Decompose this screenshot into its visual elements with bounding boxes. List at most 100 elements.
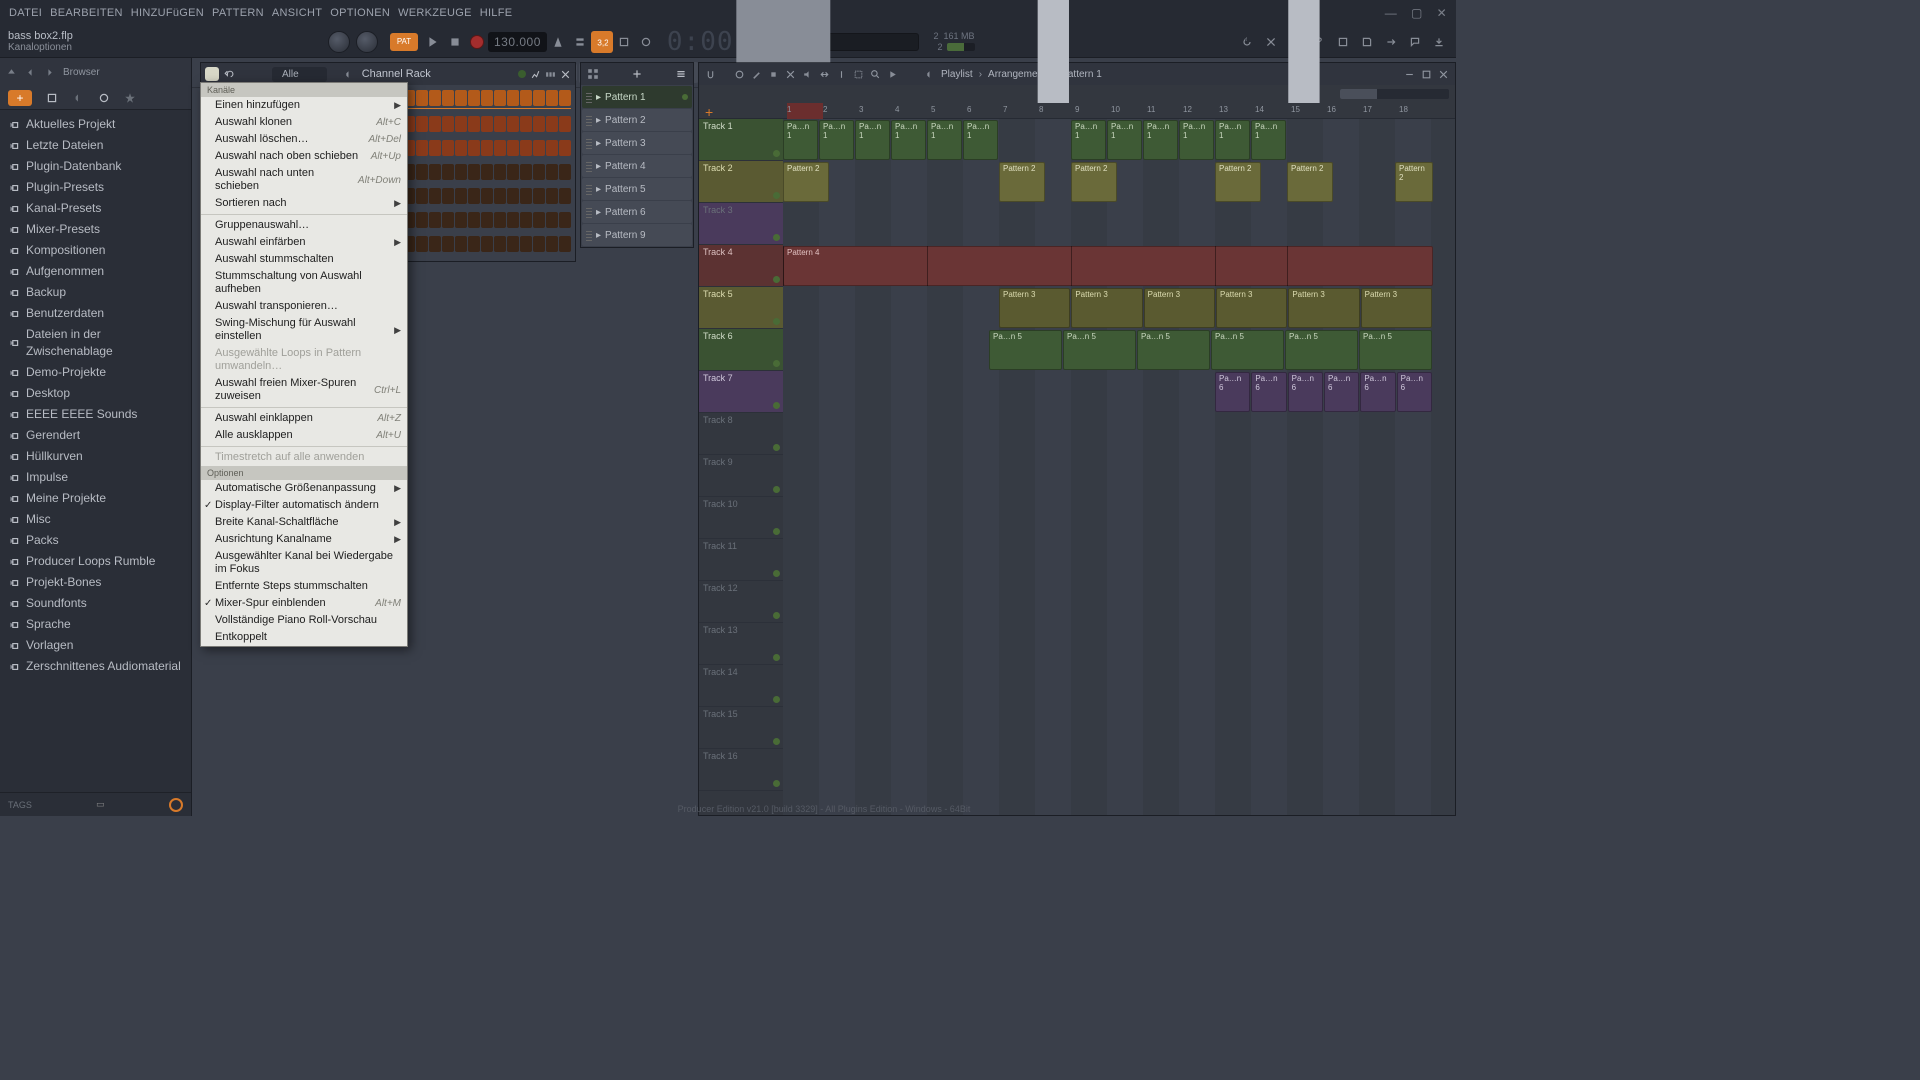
playlist-clip[interactable]: Pattern 2 — [999, 162, 1045, 202]
browser-item[interactable]: Sprache — [0, 614, 191, 635]
step-button[interactable] — [520, 90, 532, 106]
step-button[interactable] — [520, 212, 532, 228]
tempo-display[interactable]: 130.000 — [488, 32, 547, 52]
step-button[interactable] — [481, 164, 493, 180]
menu-item[interactable]: Automatische Größenanpassung▶ — [201, 480, 407, 497]
track-header[interactable]: Track 11 — [699, 539, 783, 581]
back-icon[interactable] — [25, 67, 36, 78]
menu-item[interactable]: Entfernte Steps stummschalten — [201, 578, 407, 595]
track-header[interactable]: Track 2 — [699, 161, 783, 203]
step-button[interactable] — [442, 188, 454, 204]
step-button[interactable] — [455, 116, 467, 132]
step-button[interactable] — [494, 140, 506, 156]
menu-item[interactable]: Vollständige Piano Roll-Vorschau — [201, 612, 407, 629]
add-tab-button[interactable]: + — [8, 90, 32, 106]
step-button[interactable] — [416, 212, 428, 228]
step-button[interactable] — [533, 212, 545, 228]
star-icon[interactable] — [124, 92, 136, 104]
countdown-button[interactable]: 3,2 — [591, 31, 613, 53]
browser-item[interactable]: Kanal-Presets — [0, 198, 191, 219]
playlist-clip[interactable]: Pa…n 6 — [1288, 372, 1323, 412]
maximize-icon[interactable]: ▢ — [1408, 4, 1426, 22]
collapse-icon[interactable] — [6, 67, 17, 78]
track-header[interactable]: Track 7 — [699, 371, 783, 413]
step-button[interactable] — [507, 140, 519, 156]
step-button[interactable] — [507, 116, 519, 132]
menu-item[interactable]: Alle ausklappenAlt+U — [201, 427, 407, 444]
step-button[interactable] — [455, 164, 467, 180]
browser-item[interactable]: Projekt-Bones — [0, 572, 191, 593]
step-button[interactable] — [559, 90, 571, 106]
fwd-icon[interactable] — [44, 67, 55, 78]
step-button[interactable] — [455, 236, 467, 252]
wait-input-button[interactable] — [569, 31, 591, 53]
browser-item[interactable]: Vorlagen — [0, 635, 191, 656]
step-button[interactable] — [533, 140, 545, 156]
menu-item[interactable]: Auswahl freien Mixer-Spuren zuweisenCtrl… — [201, 375, 407, 405]
library-icon[interactable] — [46, 92, 58, 104]
playlist-clip[interactable]: Pa…n 6 — [1397, 372, 1432, 412]
step-button[interactable] — [559, 188, 571, 204]
track-header[interactable]: Track 6 — [699, 329, 783, 371]
step-button[interactable] — [455, 188, 467, 204]
step-button[interactable] — [455, 212, 467, 228]
channel-filter-dropdown[interactable]: Alle — [272, 67, 327, 82]
pattern-item[interactable]: ▸Pattern 1 — [582, 86, 692, 108]
main-volume-knob[interactable] — [328, 31, 350, 53]
play-button[interactable] — [422, 31, 444, 53]
browser-item[interactable]: Aufgenommen — [0, 261, 191, 282]
step-button[interactable] — [442, 236, 454, 252]
browser-item[interactable]: Misc — [0, 509, 191, 530]
playlist-ruler[interactable]: + 123456789101112131415161718 — [699, 103, 1455, 119]
search-icon[interactable] — [169, 798, 183, 812]
playlist-clip[interactable]: Pa…n 5 — [1063, 330, 1136, 370]
track-header[interactable]: Track 12 — [699, 581, 783, 623]
step-button[interactable] — [429, 116, 441, 132]
playlist-clip[interactable]: Pa…n 5 — [1211, 330, 1284, 370]
playlist-clip[interactable]: Pa…n 6 — [1324, 372, 1359, 412]
step-button[interactable] — [546, 90, 558, 106]
sound-icon[interactable] — [72, 92, 84, 104]
step-button[interactable] — [494, 90, 506, 106]
menu-item[interactable]: Breite Kanal-Schaltfläche▶ — [201, 514, 407, 531]
browser-item[interactable]: Letzte Dateien — [0, 135, 191, 156]
pl-max-icon[interactable] — [1421, 69, 1432, 80]
step-button[interactable] — [468, 164, 480, 180]
step-button[interactable] — [507, 164, 519, 180]
browser-item[interactable]: Kompositionen — [0, 240, 191, 261]
menu-item[interactable]: Auswahl nach oben schiebenAlt+Up — [201, 148, 407, 165]
playlist-clip[interactable]: Pa…n 1 — [1215, 120, 1250, 160]
track-header[interactable]: Track 1 — [699, 119, 783, 161]
close-icon[interactable]: ✕ — [1434, 4, 1450, 22]
step-button[interactable] — [559, 236, 571, 252]
playlist-clip[interactable]: Pa…n 1 — [1251, 120, 1286, 160]
menu-item[interactable]: Ausrichtung Kanalname▶ — [201, 531, 407, 548]
menu-item[interactable]: Entkoppelt — [201, 629, 407, 646]
step-button[interactable] — [520, 236, 532, 252]
menu-item[interactable]: Stummschaltung von Auswahl aufheben — [201, 268, 407, 298]
step-button[interactable] — [429, 236, 441, 252]
step-button[interactable] — [455, 90, 467, 106]
main-pitch-knob[interactable] — [356, 31, 378, 53]
playlist-clip[interactable]: Pa…n 1 — [1071, 120, 1106, 160]
minimap[interactable] — [1340, 89, 1449, 99]
step-button[interactable] — [507, 90, 519, 106]
step-button[interactable] — [546, 116, 558, 132]
step-button[interactable] — [468, 188, 480, 204]
playlist-clip[interactable]: Pa…n 1 — [927, 120, 962, 160]
render-button[interactable] — [1380, 31, 1402, 53]
step-button[interactable] — [442, 140, 454, 156]
feedback-button[interactable] — [1404, 31, 1426, 53]
step-button[interactable] — [494, 116, 506, 132]
playlist-clip[interactable]: Pa…n 6 — [1215, 372, 1250, 412]
step-button[interactable] — [442, 164, 454, 180]
step-button[interactable] — [429, 212, 441, 228]
step-button[interactable] — [416, 140, 428, 156]
playlist-clip[interactable]: Pattern 3 — [1144, 288, 1215, 328]
menu-pattern[interactable]: PATTERN — [209, 5, 267, 21]
browser-item[interactable]: Benutzerdaten — [0, 303, 191, 324]
step-button[interactable] — [494, 236, 506, 252]
step-button[interactable] — [559, 116, 571, 132]
menu-item[interactable]: Auswahl transponieren… — [201, 298, 407, 315]
playlist-grid[interactable]: Pa…n 1Pa…n 1Pa…n 1Pa…n 1Pa…n 1Pa…n 1Pa…n… — [783, 119, 1455, 815]
